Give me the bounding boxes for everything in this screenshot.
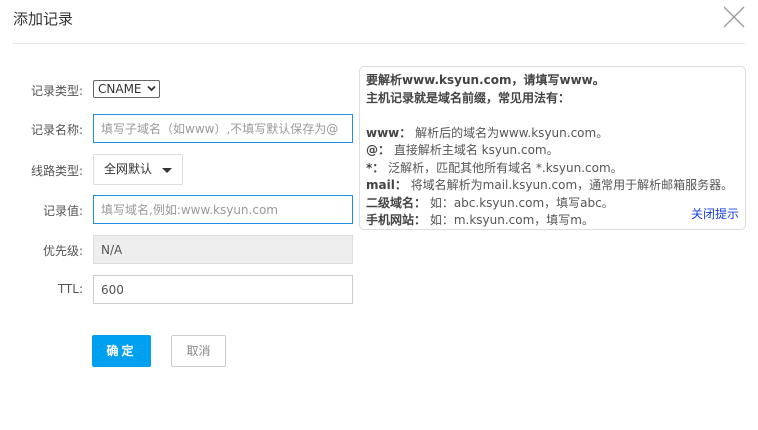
route-type-dropdown[interactable]: 全网默认 <box>93 154 183 185</box>
record-value-label: 记录值: <box>42 204 83 218</box>
hint-box: 要解析www.ksyun.com，请填写www。 主机记录就是域名前缀，常见用法… <box>359 66 746 230</box>
priority-label: 优先级: <box>42 244 83 258</box>
hint-line: 主机记录就是域名前缀，常见用法有： <box>366 90 571 105</box>
record-name-label: 记录名称: <box>30 123 83 137</box>
hint-item: *： 泛解析，匹配其他所有域名 *.ksyun.com。 <box>366 160 623 175</box>
hint-line: 要解析www.ksyun.com，请填写www。 <box>366 73 605 87</box>
close-icon[interactable] <box>722 5 746 29</box>
dialog-title: 添加记录 <box>13 10 74 28</box>
hint-item: mail： 将域名解析为mail.ksyun.com，通常用于解析邮箱服务器。 <box>366 178 734 192</box>
caret-down-icon <box>162 168 172 173</box>
record-value-input[interactable] <box>93 195 353 224</box>
ttl-label: TTL: <box>57 282 83 296</box>
chevron-down-icon <box>147 85 156 92</box>
route-type-label: 线路类型: <box>30 164 83 178</box>
record-type-value: CNAME <box>98 82 142 96</box>
record-type-label: 记录类型: <box>30 84 83 98</box>
cancel-button[interactable]: 取消 <box>171 335 226 367</box>
hint-item: 手机网站： 如：m.ksyun.com，填写m。 <box>366 213 594 227</box>
record-name-input[interactable] <box>93 114 353 143</box>
priority-input <box>93 235 353 264</box>
hint-item: 二级域名： 如：abc.ksyun.com，填写abc。 <box>366 195 614 210</box>
divider <box>12 43 745 44</box>
hint-item: www： 解析后的域名为www.ksyun.com。 <box>366 125 609 140</box>
hint-item: @： 直接解析主域名 ksyun.com。 <box>366 143 559 157</box>
ttl-input[interactable] <box>93 275 353 304</box>
confirm-button[interactable]: 确定 <box>92 335 151 367</box>
route-type-value: 全网默认 <box>104 162 153 176</box>
close-hint-link[interactable]: 关闭提示 <box>691 206 739 224</box>
record-type-select[interactable]: CNAME <box>93 80 160 98</box>
